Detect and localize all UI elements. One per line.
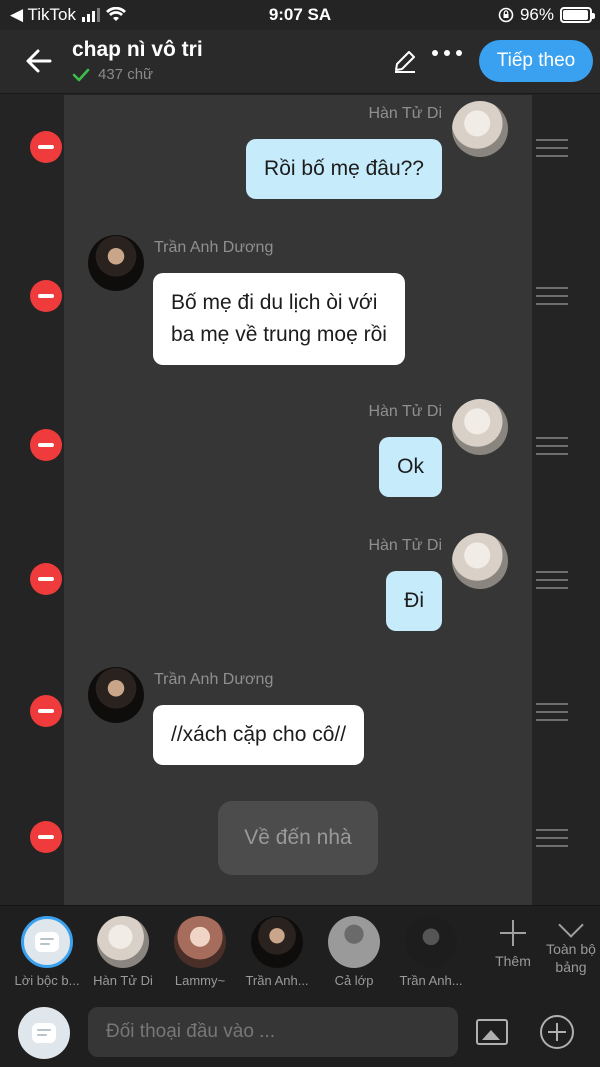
delete-message-button[interactable] [30, 563, 62, 595]
rotation-lock-icon [498, 7, 514, 23]
character-item[interactable]: Trần Anh... [238, 916, 316, 988]
status-right: 96% [498, 5, 595, 25]
message-line: Bố mẹ đi du lịch òi với [171, 291, 378, 314]
character-narrator[interactable]: Lời bộc b... [8, 916, 86, 988]
battery-percent: 96% [519, 5, 554, 24]
delete-message-button[interactable] [30, 695, 62, 727]
character-avatar [174, 916, 226, 968]
drag-handle-icon[interactable] [536, 703, 568, 721]
input-bar: Đối thoại đầu vào ... [0, 995, 600, 1067]
character-item[interactable]: Cả lớp [315, 916, 393, 988]
character-item[interactable]: Hàn Tử Di [84, 916, 162, 988]
next-button[interactable]: Tiếp theo [479, 40, 593, 82]
message-bubble[interactable]: Bố mẹ đi du lịch òi với ba mẹ về trung m… [153, 273, 405, 365]
character-label: Trần Anh... [399, 973, 463, 988]
add-character-button[interactable]: Thêm [490, 918, 536, 970]
speaker-name: Hàn Tử Di [368, 537, 442, 554]
delete-message-button[interactable] [30, 821, 62, 853]
character-avatar [97, 916, 149, 968]
speaker-avatar[interactable] [452, 533, 508, 589]
speaker-name: Trần Anh Dương [154, 671, 274, 688]
message-line: ba mẹ về trung moẹ rồi [171, 323, 387, 346]
more-options-icon[interactable] [432, 50, 462, 56]
edit-pencil-icon[interactable] [392, 48, 418, 74]
check-icon [72, 68, 90, 81]
show-all-label: Toàn bộ bảng [546, 941, 596, 975]
character-label: Lời bộc b... [14, 973, 80, 988]
character-avatar [328, 916, 380, 968]
character-item[interactable]: Lammy~ [161, 916, 239, 988]
add-circle-icon[interactable] [540, 1015, 574, 1049]
status-bar: ◀ TikTok 9:07 SA 96% [0, 0, 600, 30]
word-count: 437 chữ [72, 66, 153, 83]
speaker-name: Trần Anh Dương [154, 239, 274, 256]
message-bubble[interactable]: Rồi bố mẹ đâu?? [246, 139, 442, 199]
character-avatar [251, 916, 303, 968]
add-character-label: Thêm [495, 953, 531, 969]
delete-message-button[interactable] [30, 131, 62, 163]
character-avatar [405, 916, 457, 968]
plus-icon [500, 920, 526, 946]
speaker-name: Hàn Tử Di [368, 403, 442, 420]
chevron-down-icon [558, 912, 584, 938]
character-label: Trần Anh... [245, 973, 309, 988]
story-title: chap nì vô tri [72, 38, 203, 61]
dialogue-input[interactable]: Đối thoại đầu vào ... [88, 1007, 458, 1057]
drag-handle-icon[interactable] [536, 287, 568, 305]
chat-editor: Hàn Tử Di Rồi bố mẹ đâu?? Trần Anh Dương… [0, 95, 600, 905]
character-label: Hàn Tử Di [93, 973, 153, 988]
speaker-avatar[interactable] [88, 667, 144, 723]
battery-icon [560, 7, 595, 23]
character-item[interactable]: Trần Anh... [392, 916, 470, 988]
message-bubble[interactable]: Ok [379, 437, 442, 497]
chat-column [64, 95, 532, 905]
drag-handle-icon[interactable] [536, 139, 568, 157]
narration-bubble[interactable]: Về đến nhà [218, 801, 378, 875]
back-arrow-icon[interactable] [22, 44, 56, 78]
image-icon[interactable] [476, 1019, 508, 1045]
speaker-avatar[interactable] [88, 235, 144, 291]
character-label: Lammy~ [174, 973, 226, 988]
speaker-avatar[interactable] [452, 101, 508, 157]
speaker-name: Hàn Tử Di [368, 105, 442, 122]
narrator-icon [21, 916, 73, 968]
character-label: Cả lớp [334, 973, 374, 988]
message-bubble[interactable]: Đi [386, 571, 442, 631]
message-bubble[interactable]: //xách cặp cho cô// [153, 705, 365, 765]
delete-message-button[interactable] [30, 280, 62, 312]
delete-message-button[interactable] [30, 429, 62, 461]
character-selector: Lời bộc b... Hàn Tử Di Lammy~ Trần Anh..… [0, 905, 600, 995]
word-count-label: 437 chữ [98, 66, 154, 83]
drag-handle-icon[interactable] [536, 829, 568, 847]
speaker-avatar[interactable] [452, 399, 508, 455]
character-list: Lời bộc b... Hàn Tử Di Lammy~ Trần Anh..… [0, 916, 485, 996]
drag-handle-icon[interactable] [536, 571, 568, 589]
drag-handle-icon[interactable] [536, 437, 568, 455]
show-all-characters-button[interactable]: Toàn bộ bảng [540, 912, 600, 976]
editor-header: chap nì vô tri 437 chữ Tiếp theo [0, 30, 600, 94]
current-speaker-icon[interactable] [18, 1007, 70, 1059]
